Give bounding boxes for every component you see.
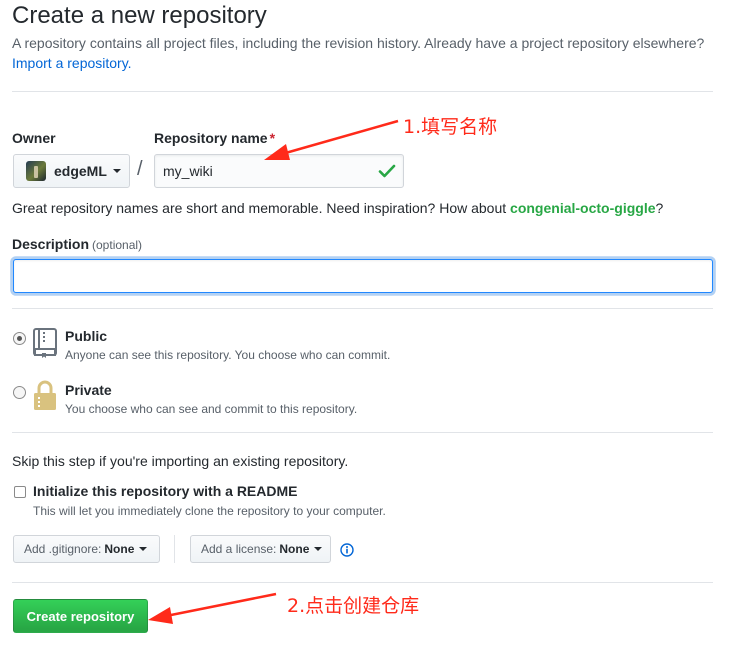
import-repository-link[interactable]: Import a repository.	[12, 55, 132, 71]
create-repository-button[interactable]: Create repository	[13, 599, 148, 633]
license-value: None	[279, 542, 310, 556]
avatar	[26, 161, 46, 181]
annotation-step1: 1.填写名称	[403, 116, 498, 138]
chevron-down-icon	[112, 169, 121, 173]
name-hint-end: ?	[655, 200, 664, 216]
owner-select[interactable]: edgeML	[13, 154, 130, 188]
arrow-step2	[148, 592, 277, 624]
chevron-down-icon	[139, 547, 148, 551]
optional-label: (optional)	[92, 238, 143, 252]
owner-name: edgeML	[54, 163, 107, 179]
name-hint: Great repository names are short and mem…	[12, 200, 663, 216]
repo-book-icon	[33, 328, 57, 358]
annotation-step2: 2.点击创建仓库	[287, 595, 420, 617]
private-title: Private	[65, 382, 112, 398]
page-title: Create a new repository	[12, 2, 267, 29]
description-input[interactable]	[13, 259, 713, 293]
repo-name-label-text: Repository name	[154, 130, 268, 146]
info-icon[interactable]	[340, 543, 354, 557]
readme-label[interactable]: Initialize this repository with a README	[33, 483, 297, 499]
select-divider	[174, 535, 175, 563]
skip-text: Skip this step if you're importing an ex…	[12, 453, 349, 469]
divider	[12, 582, 713, 583]
license-label: Add a license:	[201, 542, 277, 556]
public-radio[interactable]	[13, 332, 26, 345]
divider	[12, 432, 713, 433]
required-mark: *	[269, 130, 276, 146]
name-hint-text: Great repository names are short and mem…	[12, 200, 507, 216]
readme-checkbox[interactable]	[14, 486, 26, 498]
public-title: Public	[65, 328, 108, 344]
private-radio[interactable]	[13, 386, 26, 399]
gitignore-value: None	[104, 542, 135, 556]
lock-icon	[34, 380, 56, 410]
public-note: Anyone can see this repository. You choo…	[65, 348, 391, 362]
repo-name-label: Repository name *	[154, 130, 275, 146]
description-label-text: Description	[12, 236, 90, 252]
gitignore-select[interactable]: Add .gitignore: None	[13, 535, 160, 563]
divider	[12, 308, 713, 309]
gitignore-label: Add .gitignore:	[24, 542, 102, 556]
page-subtitle: A repository contains all project files,…	[12, 35, 705, 51]
divider	[12, 91, 713, 92]
owner-label: Owner	[12, 130, 56, 146]
name-suggestion[interactable]: congenial-octo-giggle	[510, 200, 655, 216]
private-note: You choose who can see and commit to thi…	[65, 402, 358, 416]
owner-repo-separator: /	[137, 158, 143, 180]
chevron-down-icon	[314, 547, 323, 551]
readme-note: This will let you immediately clone the …	[33, 504, 386, 518]
description-label: Description (optional)	[12, 236, 142, 252]
check-icon	[378, 164, 396, 178]
repo-name-input[interactable]	[154, 154, 404, 188]
license-select[interactable]: Add a license: None	[190, 535, 331, 563]
